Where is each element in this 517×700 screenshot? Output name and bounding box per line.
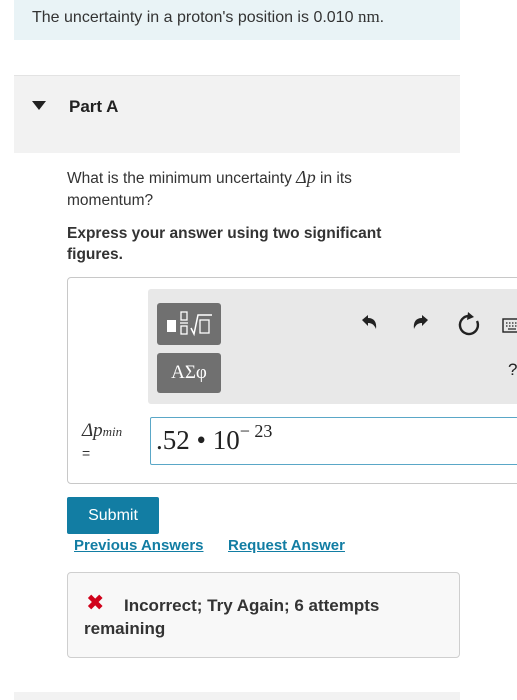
problem-value: 0.010 xyxy=(313,9,354,26)
problem-period: . xyxy=(379,9,385,26)
keyboard-icon[interactable] xyxy=(502,316,517,340)
submit-button[interactable]: Submit xyxy=(67,497,159,534)
redo-icon[interactable] xyxy=(410,312,432,339)
answer-label: Δpmin xyxy=(82,420,122,442)
question-symbol: Δp xyxy=(296,167,316,187)
fraction-sqrt-template-icon[interactable] xyxy=(157,303,221,345)
answer-label-equals: = xyxy=(82,445,91,461)
answer-value[interactable]: .52 • 10− 23 xyxy=(156,421,272,456)
answer-label-symbol: Δp xyxy=(82,420,103,441)
answer-times: • xyxy=(189,425,213,455)
part-title: Part A xyxy=(69,97,119,116)
answer-base: 10 xyxy=(212,425,240,455)
problem-statement: The uncertainty in a proton's position i… xyxy=(32,7,384,27)
collapse-caret-icon[interactable] xyxy=(32,101,46,110)
reset-icon[interactable] xyxy=(456,312,482,343)
answer-label-subscript: min xyxy=(102,424,123,439)
problem-text: The uncertainty in a proton's position i… xyxy=(32,9,314,26)
undo-icon[interactable] xyxy=(358,312,380,339)
answer-exponent: − 23 xyxy=(239,421,273,441)
instruction-text: Express your answer using two significan… xyxy=(67,225,382,263)
question-text: What is the minimum uncertainty Δp in it… xyxy=(67,166,427,212)
next-section-strip xyxy=(14,692,460,700)
feedback-text: Incorrect; Try Again; 6 attempts remaini… xyxy=(84,596,380,638)
request-answer-link[interactable]: Request Answer xyxy=(228,537,345,554)
question-prefix: What is the minimum uncertainty xyxy=(67,170,297,187)
problem-unit: nm xyxy=(357,7,380,26)
previous-answers-link[interactable]: Previous Answers xyxy=(74,537,204,554)
greek-symbols-button[interactable]: ΑΣφ xyxy=(157,353,221,393)
help-icon[interactable]: ? xyxy=(508,360,517,380)
answer-mantissa: .52 xyxy=(156,425,190,455)
